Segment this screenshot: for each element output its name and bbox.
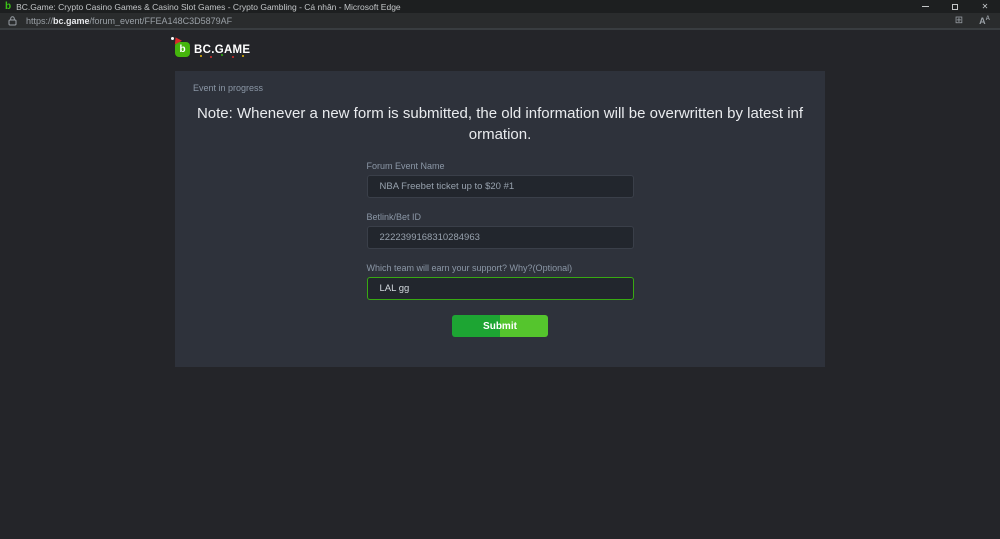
page-content: b BC.GAME Event in progress Note: Whenev…: [0, 30, 1000, 539]
close-icon: ✕: [982, 0, 989, 13]
team-support-input[interactable]: [367, 277, 634, 300]
url-scheme: https://: [26, 16, 53, 26]
bcgame-favicon-icon: b: [5, 1, 11, 12]
field-betlink: Betlink/Bet ID: [367, 212, 634, 249]
christmas-lights-decoration: [200, 55, 202, 57]
text-size-icon[interactable]: AA: [979, 16, 990, 26]
bcgame-logo-icon: b: [175, 42, 190, 57]
event-panel: Event in progress Note: Whenever a new f…: [175, 71, 825, 367]
toolbar-icons: ⊞ AA: [955, 16, 990, 26]
restore-icon: [952, 4, 958, 10]
text-size-sup: A: [986, 16, 990, 22]
window-controls: ✕: [910, 0, 1000, 13]
split-grid-icon[interactable]: ⊞: [955, 16, 963, 26]
restore-button[interactable]: [940, 0, 970, 13]
minimize-button[interactable]: [910, 0, 940, 13]
url-domain: bc.game: [53, 16, 90, 26]
event-note: Note: Whenever a new form is submitted, …: [193, 103, 807, 145]
field-team-support: Which team will earn your support? Why?(…: [367, 263, 634, 300]
team-support-label: Which team will earn your support? Why?(…: [367, 263, 634, 273]
betlink-label: Betlink/Bet ID: [367, 212, 634, 222]
submit-row: Submit: [367, 315, 634, 337]
event-status: Event in progress: [193, 83, 807, 93]
bcgame-logo-text: BC.GAME: [194, 44, 250, 56]
minimize-icon: [922, 6, 929, 7]
forum-event-name-input[interactable]: [367, 175, 634, 198]
lock-icon[interactable]: [8, 16, 17, 26]
submit-button[interactable]: Submit: [452, 315, 548, 337]
betlink-input[interactable]: [367, 226, 634, 249]
site-header: b BC.GAME: [175, 30, 825, 62]
address-bar[interactable]: https://bc.game/forum_event/FFEA148C3D58…: [0, 13, 1000, 28]
forum-event-name-label: Forum Event Name: [367, 161, 634, 171]
field-forum-event-name: Forum Event Name: [367, 161, 634, 198]
window-titlebar: b BC.Game: Crypto Casino Games & Casino …: [0, 0, 1000, 13]
url-text[interactable]: https://bc.game/forum_event/FFEA148C3D58…: [26, 16, 955, 26]
window-title: BC.Game: Crypto Casino Games & Casino Sl…: [16, 2, 910, 12]
url-path: /forum_event/FFEA148C3D5879AF: [90, 16, 233, 26]
event-form: Forum Event Name Betlink/Bet ID Which te…: [367, 161, 634, 337]
bcgame-logo[interactable]: b BC.GAME: [175, 42, 250, 57]
close-button[interactable]: ✕: [970, 0, 1000, 13]
